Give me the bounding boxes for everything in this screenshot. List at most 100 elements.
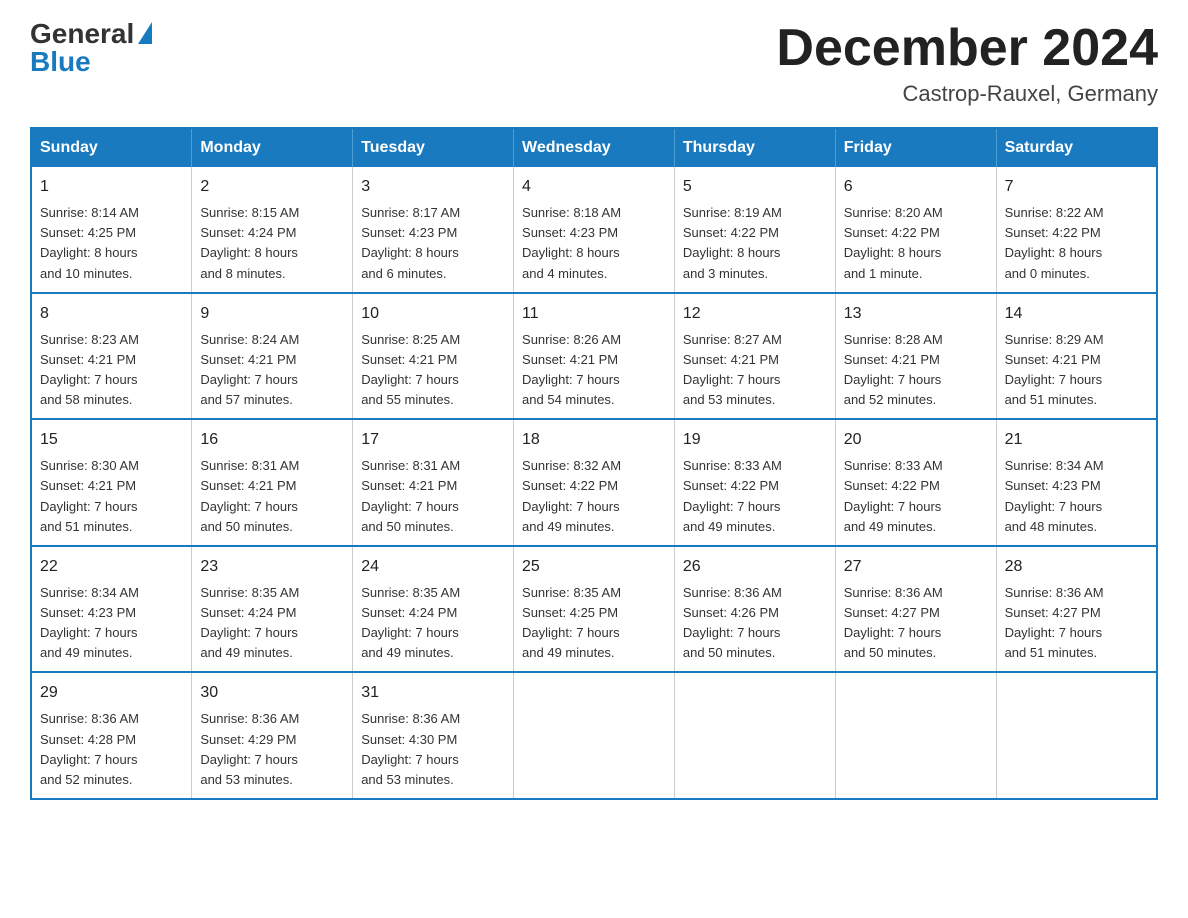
month-title: December 2024 xyxy=(776,20,1158,77)
title-block: December 2024 Castrop-Rauxel, Germany xyxy=(776,20,1158,107)
logo-blue: Blue xyxy=(30,48,152,76)
table-row: 13 Sunrise: 8:28 AMSunset: 4:21 PMDaylig… xyxy=(835,293,996,420)
day-number: 30 xyxy=(200,681,344,705)
day-info: Sunrise: 8:36 AMSunset: 4:29 PMDaylight:… xyxy=(200,709,344,790)
page-header: General Blue December 2024 Castrop-Rauxe… xyxy=(30,20,1158,107)
table-row: 4 Sunrise: 8:18 AMSunset: 4:23 PMDayligh… xyxy=(514,167,675,293)
col-wednesday: Wednesday xyxy=(514,128,675,167)
day-info: Sunrise: 8:30 AMSunset: 4:21 PMDaylight:… xyxy=(40,456,183,537)
day-info: Sunrise: 8:31 AMSunset: 4:21 PMDaylight:… xyxy=(200,456,344,537)
day-info: Sunrise: 8:24 AMSunset: 4:21 PMDaylight:… xyxy=(200,330,344,411)
table-row xyxy=(996,672,1157,799)
day-info: Sunrise: 8:23 AMSunset: 4:21 PMDaylight:… xyxy=(40,330,183,411)
day-number: 12 xyxy=(683,302,827,326)
table-row: 12 Sunrise: 8:27 AMSunset: 4:21 PMDaylig… xyxy=(674,293,835,420)
table-row: 22 Sunrise: 8:34 AMSunset: 4:23 PMDaylig… xyxy=(31,546,192,673)
day-info: Sunrise: 8:14 AMSunset: 4:25 PMDaylight:… xyxy=(40,203,183,284)
day-info: Sunrise: 8:26 AMSunset: 4:21 PMDaylight:… xyxy=(522,330,666,411)
day-info: Sunrise: 8:34 AMSunset: 4:23 PMDaylight:… xyxy=(40,583,183,664)
col-sunday: Sunday xyxy=(31,128,192,167)
table-row: 7 Sunrise: 8:22 AMSunset: 4:22 PMDayligh… xyxy=(996,167,1157,293)
table-row: 23 Sunrise: 8:35 AMSunset: 4:24 PMDaylig… xyxy=(192,546,353,673)
day-number: 4 xyxy=(522,175,666,199)
day-number: 23 xyxy=(200,555,344,579)
table-row: 14 Sunrise: 8:29 AMSunset: 4:21 PMDaylig… xyxy=(996,293,1157,420)
day-number: 24 xyxy=(361,555,505,579)
location: Castrop-Rauxel, Germany xyxy=(776,81,1158,107)
table-row: 24 Sunrise: 8:35 AMSunset: 4:24 PMDaylig… xyxy=(353,546,514,673)
day-number: 8 xyxy=(40,302,183,326)
day-number: 11 xyxy=(522,302,666,326)
table-row: 27 Sunrise: 8:36 AMSunset: 4:27 PMDaylig… xyxy=(835,546,996,673)
table-row: 16 Sunrise: 8:31 AMSunset: 4:21 PMDaylig… xyxy=(192,419,353,546)
table-row: 17 Sunrise: 8:31 AMSunset: 4:21 PMDaylig… xyxy=(353,419,514,546)
col-thursday: Thursday xyxy=(674,128,835,167)
table-row: 31 Sunrise: 8:36 AMSunset: 4:30 PMDaylig… xyxy=(353,672,514,799)
day-number: 10 xyxy=(361,302,505,326)
calendar-week-row: 22 Sunrise: 8:34 AMSunset: 4:23 PMDaylig… xyxy=(31,546,1157,673)
day-number: 15 xyxy=(40,428,183,452)
table-row: 28 Sunrise: 8:36 AMSunset: 4:27 PMDaylig… xyxy=(996,546,1157,673)
day-info: Sunrise: 8:28 AMSunset: 4:21 PMDaylight:… xyxy=(844,330,988,411)
day-info: Sunrise: 8:17 AMSunset: 4:23 PMDaylight:… xyxy=(361,203,505,284)
day-number: 17 xyxy=(361,428,505,452)
col-friday: Friday xyxy=(835,128,996,167)
logo-triangle-icon xyxy=(138,22,152,44)
day-number: 3 xyxy=(361,175,505,199)
table-row: 26 Sunrise: 8:36 AMSunset: 4:26 PMDaylig… xyxy=(674,546,835,673)
logo-general: General xyxy=(30,20,134,48)
day-number: 9 xyxy=(200,302,344,326)
table-row xyxy=(674,672,835,799)
day-number: 27 xyxy=(844,555,988,579)
table-row: 21 Sunrise: 8:34 AMSunset: 4:23 PMDaylig… xyxy=(996,419,1157,546)
logo: General Blue xyxy=(30,20,152,76)
col-monday: Monday xyxy=(192,128,353,167)
table-row: 3 Sunrise: 8:17 AMSunset: 4:23 PMDayligh… xyxy=(353,167,514,293)
day-info: Sunrise: 8:27 AMSunset: 4:21 PMDaylight:… xyxy=(683,330,827,411)
day-info: Sunrise: 8:18 AMSunset: 4:23 PMDaylight:… xyxy=(522,203,666,284)
table-row: 8 Sunrise: 8:23 AMSunset: 4:21 PMDayligh… xyxy=(31,293,192,420)
table-row: 20 Sunrise: 8:33 AMSunset: 4:22 PMDaylig… xyxy=(835,419,996,546)
calendar-week-row: 29 Sunrise: 8:36 AMSunset: 4:28 PMDaylig… xyxy=(31,672,1157,799)
day-number: 2 xyxy=(200,175,344,199)
table-row: 18 Sunrise: 8:32 AMSunset: 4:22 PMDaylig… xyxy=(514,419,675,546)
day-number: 5 xyxy=(683,175,827,199)
day-info: Sunrise: 8:31 AMSunset: 4:21 PMDaylight:… xyxy=(361,456,505,537)
col-tuesday: Tuesday xyxy=(353,128,514,167)
day-info: Sunrise: 8:29 AMSunset: 4:21 PMDaylight:… xyxy=(1005,330,1148,411)
day-number: 16 xyxy=(200,428,344,452)
day-number: 14 xyxy=(1005,302,1148,326)
day-number: 13 xyxy=(844,302,988,326)
table-row: 1 Sunrise: 8:14 AMSunset: 4:25 PMDayligh… xyxy=(31,167,192,293)
table-row: 2 Sunrise: 8:15 AMSunset: 4:24 PMDayligh… xyxy=(192,167,353,293)
day-info: Sunrise: 8:15 AMSunset: 4:24 PMDaylight:… xyxy=(200,203,344,284)
day-number: 22 xyxy=(40,555,183,579)
day-number: 7 xyxy=(1005,175,1148,199)
table-row: 30 Sunrise: 8:36 AMSunset: 4:29 PMDaylig… xyxy=(192,672,353,799)
calendar-table: Sunday Monday Tuesday Wednesday Thursday… xyxy=(30,127,1158,800)
calendar-week-row: 1 Sunrise: 8:14 AMSunset: 4:25 PMDayligh… xyxy=(31,167,1157,293)
day-number: 18 xyxy=(522,428,666,452)
day-info: Sunrise: 8:32 AMSunset: 4:22 PMDaylight:… xyxy=(522,456,666,537)
col-saturday: Saturday xyxy=(996,128,1157,167)
day-info: Sunrise: 8:36 AMSunset: 4:27 PMDaylight:… xyxy=(1005,583,1148,664)
table-row: 11 Sunrise: 8:26 AMSunset: 4:21 PMDaylig… xyxy=(514,293,675,420)
table-row: 19 Sunrise: 8:33 AMSunset: 4:22 PMDaylig… xyxy=(674,419,835,546)
day-info: Sunrise: 8:36 AMSunset: 4:30 PMDaylight:… xyxy=(361,709,505,790)
day-info: Sunrise: 8:36 AMSunset: 4:28 PMDaylight:… xyxy=(40,709,183,790)
day-info: Sunrise: 8:19 AMSunset: 4:22 PMDaylight:… xyxy=(683,203,827,284)
day-number: 19 xyxy=(683,428,827,452)
day-info: Sunrise: 8:35 AMSunset: 4:24 PMDaylight:… xyxy=(200,583,344,664)
day-info: Sunrise: 8:25 AMSunset: 4:21 PMDaylight:… xyxy=(361,330,505,411)
logo-text: General Blue xyxy=(30,20,152,76)
day-number: 31 xyxy=(361,681,505,705)
table-row: 25 Sunrise: 8:35 AMSunset: 4:25 PMDaylig… xyxy=(514,546,675,673)
calendar-header-row: Sunday Monday Tuesday Wednesday Thursday… xyxy=(31,128,1157,167)
day-info: Sunrise: 8:33 AMSunset: 4:22 PMDaylight:… xyxy=(844,456,988,537)
day-number: 28 xyxy=(1005,555,1148,579)
table-row xyxy=(514,672,675,799)
day-info: Sunrise: 8:35 AMSunset: 4:24 PMDaylight:… xyxy=(361,583,505,664)
table-row: 5 Sunrise: 8:19 AMSunset: 4:22 PMDayligh… xyxy=(674,167,835,293)
table-row: 10 Sunrise: 8:25 AMSunset: 4:21 PMDaylig… xyxy=(353,293,514,420)
day-number: 20 xyxy=(844,428,988,452)
